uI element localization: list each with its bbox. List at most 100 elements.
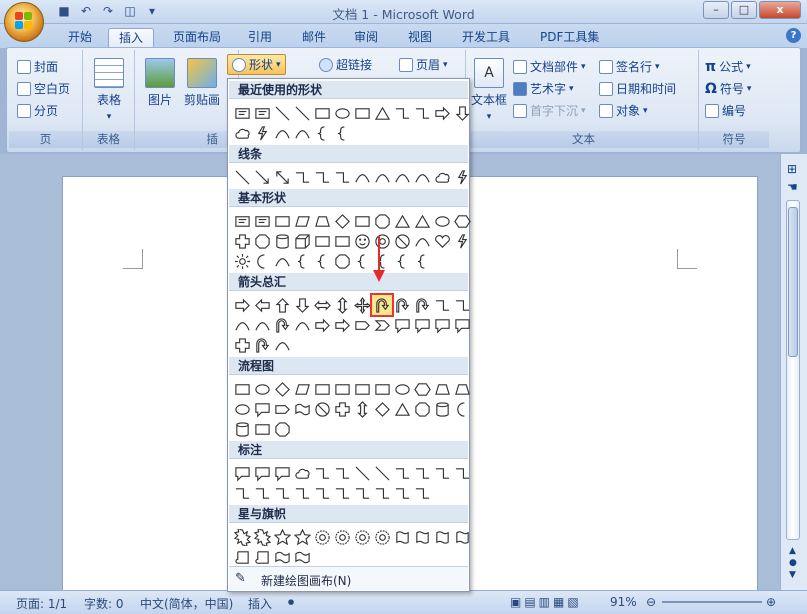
ruler-toggle-icon[interactable]: ⊞ <box>787 162 797 176</box>
cloud-shape-icon[interactable] <box>292 463 312 483</box>
tab-home[interactable]: 开始 <box>58 28 102 48</box>
zoom-slider[interactable] <box>662 601 762 603</box>
curve-shape-icon[interactable] <box>272 123 292 143</box>
minimize-button[interactable]: – <box>703 1 729 19</box>
rect-shape-icon[interactable] <box>332 231 352 251</box>
help-icon[interactable]: ? <box>786 28 801 43</box>
new-drawing-canvas-button[interactable]: ✎ 新建绘图画布(N) <box>229 566 468 590</box>
trap-shape-icon[interactable] <box>432 379 452 399</box>
signature-line-button[interactable]: 签名行 ▾ <box>599 58 660 75</box>
u-turn-arrow-shape-icon-selected[interactable] <box>370 293 394 317</box>
pentarrow-shape-icon[interactable] <box>272 399 292 419</box>
elbow-shape-icon[interactable] <box>332 167 352 187</box>
textbox-shape-icon[interactable] <box>232 211 252 231</box>
udarrow-shape-icon[interactable] <box>352 399 372 419</box>
callout-shape-icon[interactable] <box>272 463 292 483</box>
line-shape-icon[interactable] <box>232 167 252 187</box>
insert-mode[interactable]: 插入 <box>248 595 272 612</box>
curve-shape-icon[interactable] <box>392 167 412 187</box>
callout-shape-icon[interactable] <box>252 463 272 483</box>
bolt-shape-icon[interactable] <box>452 231 472 251</box>
rect-shape-icon[interactable] <box>312 103 332 123</box>
hyperlink-button[interactable]: 超链接 <box>319 56 372 73</box>
equation-button[interactable]: π 公式 ▾ <box>705 58 751 75</box>
tri-shape-icon[interactable] <box>392 399 412 419</box>
header-button[interactable]: 页眉 ▾ <box>399 56 448 73</box>
smile-shape-icon[interactable] <box>352 231 372 251</box>
seal-shape-icon[interactable] <box>352 527 372 547</box>
diamond-shape-icon[interactable] <box>332 211 352 231</box>
larrow-shape-icon[interactable] <box>252 295 272 315</box>
brace-shape-icon[interactable] <box>352 251 372 271</box>
banner-shape-icon[interactable] <box>432 527 452 547</box>
tri-shape-icon[interactable] <box>372 103 392 123</box>
rect-shape-icon[interactable] <box>232 379 252 399</box>
zoom-level[interactable]: 91% <box>610 595 637 609</box>
textbox-shape-icon[interactable] <box>252 103 272 123</box>
tri-shape-icon[interactable] <box>392 211 412 231</box>
elbow-shape-icon[interactable] <box>412 463 432 483</box>
object-button[interactable]: 对象 ▾ <box>599 102 648 119</box>
rect-shape-icon[interactable] <box>312 231 332 251</box>
elbow-shape-icon[interactable] <box>412 483 432 503</box>
chevron-shape-icon[interactable] <box>372 315 392 335</box>
oval-shape-icon[interactable] <box>392 379 412 399</box>
blank-page-button[interactable]: 空白页 <box>17 80 70 97</box>
browse-object-icon[interactable]: ● <box>789 558 797 568</box>
udarrow-shape-icon[interactable] <box>332 295 352 315</box>
curve-shape-icon[interactable] <box>252 315 272 335</box>
rect-shape-icon[interactable] <box>352 103 372 123</box>
tab-review[interactable]: 审阅 <box>344 28 388 48</box>
curve-shape-icon[interactable] <box>292 123 312 143</box>
cover-page-button[interactable]: 封面 <box>17 58 58 75</box>
uarrow-shape-icon[interactable] <box>272 295 292 315</box>
zoom-in-icon[interactable]: ⊕ <box>766 595 776 609</box>
oval-shape-icon[interactable] <box>432 211 452 231</box>
tab-view[interactable]: 视图 <box>398 28 442 48</box>
quad-shape-icon[interactable] <box>352 295 372 315</box>
bolt-shape-icon[interactable] <box>252 123 272 143</box>
elbow-shape-icon[interactable] <box>432 463 452 483</box>
oval-shape-icon[interactable] <box>252 379 272 399</box>
tab-page-layout[interactable]: 页面布局 <box>163 28 231 48</box>
diamond-shape-icon[interactable] <box>272 379 292 399</box>
rarrow-shape-icon[interactable] <box>432 103 452 123</box>
parallel-shape-icon[interactable] <box>292 211 312 231</box>
brace-shape-icon[interactable] <box>412 251 432 271</box>
wave-shape-icon[interactable] <box>272 547 292 567</box>
scroll-shape-icon[interactable] <box>252 547 272 567</box>
elbow-shape-icon[interactable] <box>312 483 332 503</box>
elbow-shape-icon[interactable] <box>452 463 472 483</box>
bolt-shape-icon[interactable] <box>452 167 472 187</box>
trap-shape-icon[interactable] <box>312 211 332 231</box>
elbow-shape-icon[interactable] <box>312 167 332 187</box>
banner-shape-icon[interactable] <box>412 527 432 547</box>
word-count[interactable]: 字数: 0 <box>84 595 124 612</box>
hand-icon[interactable]: ☚ <box>787 180 798 194</box>
noSym-shape-icon[interactable] <box>312 399 332 419</box>
trap-shape-icon[interactable] <box>452 379 472 399</box>
view-buttons[interactable]: ▣▤▥▦▧ <box>510 595 582 609</box>
curve-shape-icon[interactable] <box>292 315 312 335</box>
cloud-shape-icon[interactable] <box>232 123 252 143</box>
can-shape-icon[interactable] <box>272 231 292 251</box>
elbow-shape-icon[interactable] <box>392 463 412 483</box>
rect-shape-icon[interactable] <box>332 379 352 399</box>
tab-references[interactable]: 引用 <box>238 28 282 48</box>
elbow-shape-icon[interactable] <box>332 463 352 483</box>
picture-button[interactable]: 图片 <box>141 58 179 108</box>
line-shape-icon[interactable] <box>352 463 372 483</box>
star5-shape-icon[interactable] <box>292 527 312 547</box>
elbow-shape-icon[interactable] <box>292 167 312 187</box>
burst-shape-icon[interactable] <box>232 527 252 547</box>
page-break-button[interactable]: 分页 <box>17 102 58 119</box>
oval-shape-icon[interactable] <box>332 103 352 123</box>
cross-shape-icon[interactable] <box>232 335 252 355</box>
vertical-scrollbar[interactable] <box>786 200 800 540</box>
oct-shape-icon[interactable] <box>372 211 392 231</box>
dropcap-button[interactable]: 首字下沉 ▾ <box>513 102 586 119</box>
wave-shape-icon[interactable] <box>292 547 312 567</box>
curve-shape-icon[interactable] <box>272 335 292 355</box>
brace-shape-icon[interactable] <box>392 251 412 271</box>
wave-shape-icon[interactable] <box>292 399 312 419</box>
